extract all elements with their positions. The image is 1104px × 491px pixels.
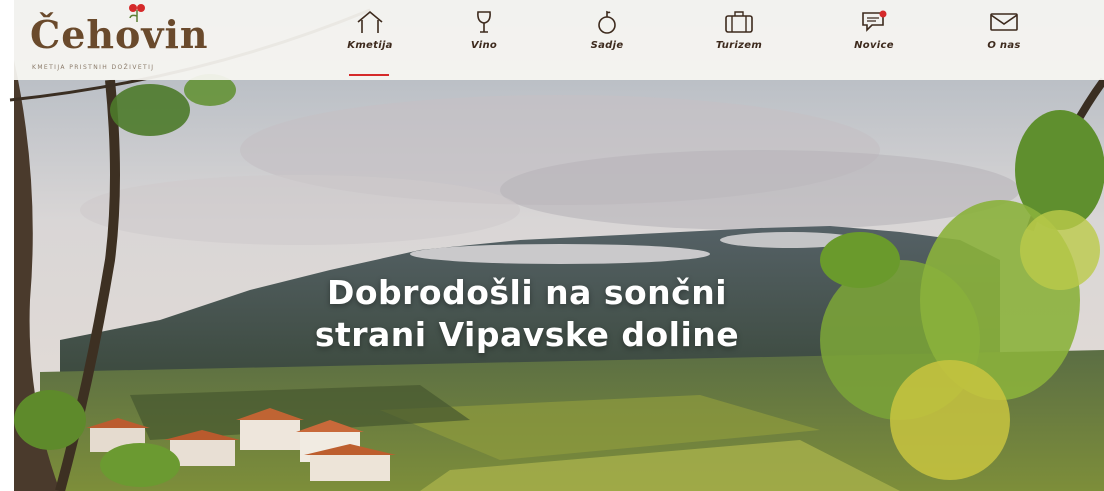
nav-label: Vino: [470, 40, 498, 51]
nav-label: Turizem: [715, 40, 763, 51]
active-indicator: [349, 74, 389, 76]
headline-line-1: Dobrodošli na sončni: [326, 273, 728, 312]
top-navigation-bar: Čehovin KMETIJA PRISTNIH DOŽIVETIJ Kmeti…: [14, 0, 1104, 80]
house-icon: [357, 10, 383, 33]
brand-logo[interactable]: Čehovin KMETIJA PRISTNIH DOŽIVETIJ: [30, 4, 208, 74]
hero-headline: Dobrodošli na sončni strani Vipavske dol…: [0, 272, 1054, 356]
nav-item-kmetija[interactable]: Kmetija: [325, 10, 415, 76]
suitcase-icon: [725, 11, 753, 33]
wine-glass-icon: [477, 11, 491, 33]
nav-item-sadje[interactable]: Sadje: [562, 10, 652, 72]
envelope-icon: [990, 13, 1018, 31]
chat-bubble-icon: [862, 10, 887, 32]
nav-item-novice[interactable]: Novice: [829, 10, 919, 72]
brand-name: Čehovin: [30, 12, 209, 57]
nav-label: Novice: [854, 40, 894, 51]
nav-item-vino[interactable]: Vino: [439, 10, 529, 72]
nav-label: Kmetija: [347, 40, 393, 51]
nav-item-turizem[interactable]: Turizem: [694, 10, 784, 72]
nav-label: Sadje: [590, 40, 624, 51]
nav-item-o-nas[interactable]: O nas: [959, 10, 1049, 72]
nav-label: O nas: [987, 40, 1021, 51]
brand-tagline: KMETIJA PRISTNIH DOŽIVETIJ: [32, 64, 155, 71]
apple-icon: [598, 10, 616, 34]
headline-line-2: strani Vipavske doline: [314, 315, 740, 354]
